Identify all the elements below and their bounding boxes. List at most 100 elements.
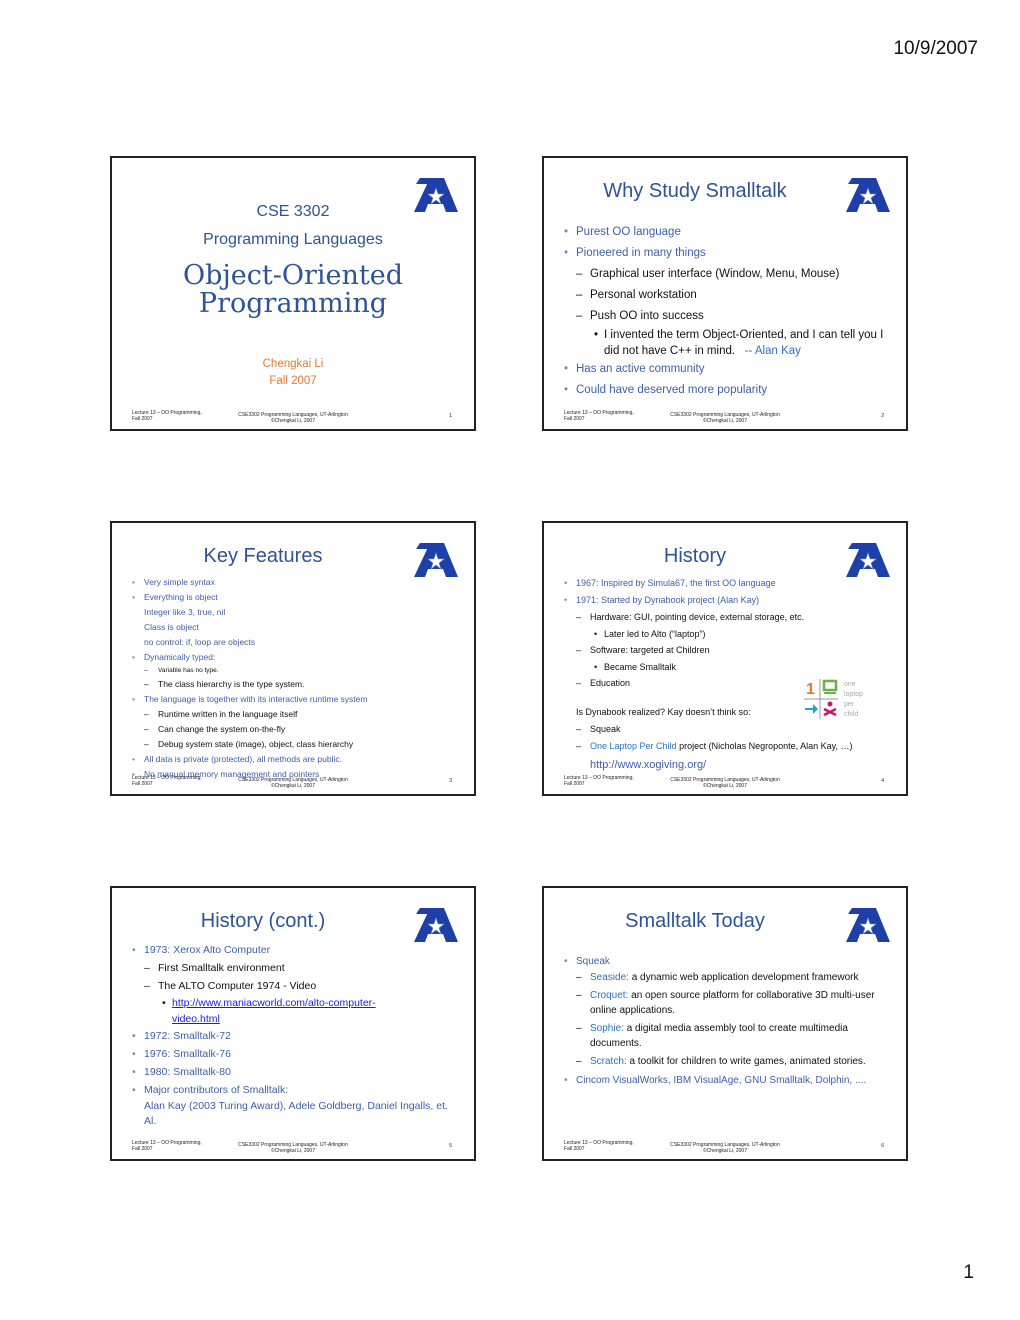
slide-number: 1 — [449, 413, 452, 419]
bullet: The language is together with its intera… — [130, 692, 458, 707]
ut-arlington-logo-icon — [846, 543, 890, 577]
sub-bullet: Sophie: a digital media assembly tool to… — [562, 1021, 890, 1051]
term-croquet: Croquet: — [590, 990, 629, 1001]
sub-bullet: Scratch: a toolkit for children to write… — [562, 1054, 890, 1069]
desc: a dynamic web application development fr… — [628, 972, 859, 983]
bullet: 1972: Smalltalk-72 — [130, 1027, 458, 1045]
footer-mid-line: ©Chengkai Li, 2007 — [703, 418, 747, 424]
course-number: CSE 3302 — [256, 203, 330, 220]
bullet: Could have deserved more popularity — [562, 380, 890, 401]
slide-body: 1967: Inspired by Simula67, the first OO… — [562, 575, 890, 775]
slide-5: History (cont.) 1973: Xerox Alto Compute… — [110, 886, 476, 1161]
svg-text:per: per — [844, 701, 855, 708]
text-line: no control: if, loop are objects — [144, 637, 256, 647]
bullet: 1967: Inspired by Simula67, the first OO… — [562, 575, 890, 592]
olpc-text: project (Nicholas Negroponte, Alan Kay, … — [676, 741, 853, 751]
ut-arlington-logo-icon — [846, 178, 890, 212]
bullet: Squeak — [562, 954, 890, 970]
slide-title: History (cont.) — [200, 910, 326, 932]
slide-number: 4 — [881, 778, 884, 784]
slide-number: 5 — [449, 1143, 452, 1149]
desc: a toolkit for children to write games, a… — [626, 1056, 866, 1067]
slide-body: Purest OO language Pioneered in many thi… — [562, 222, 890, 401]
footer-mid: CSE3302 Programming Languages, UT-Arling… — [132, 777, 454, 789]
course-name: Programming Languages — [203, 231, 383, 248]
bullet: Major contributors of Smalltalk: — [130, 1081, 458, 1099]
sub-bullet: Hardware: GUI, pointing device, external… — [562, 609, 890, 626]
slide-body: 1973: Xerox Alto Computer First Smalltal… — [130, 941, 458, 1129]
bullet: 1976: Smalltalk-76 — [130, 1045, 458, 1063]
video-link[interactable]: http://www.maniacworld.com/alto-computer… — [172, 997, 376, 1009]
ut-arlington-logo-icon — [414, 543, 458, 577]
title-line-2: Programming — [198, 288, 388, 319]
slide-6: Smalltalk Today Squeak Seaside: a dynami… — [542, 886, 908, 1161]
slide-footer: Lecture 13 – OO Programming, Fall 2007 CS… — [132, 1140, 454, 1156]
bullet: Pioneered in many things — [562, 243, 890, 264]
bullet: Dynamically typed: — [130, 650, 458, 665]
sub-bullet: Squeak — [562, 721, 890, 738]
author-block: Chengkai Li Fall 2007 — [112, 356, 474, 390]
author-name: Chengkai Li — [262, 358, 324, 370]
slide-title: Smalltalk Today — [625, 910, 765, 932]
bullet: Very simple syntax — [130, 575, 458, 590]
desc: an open source platform for collaborativ… — [590, 990, 875, 1016]
slide-number: 2 — [881, 413, 884, 419]
term-scratch: Scratch: — [590, 1056, 627, 1067]
footer-mid-line: ©Chengkai Li, 2007 — [703, 1148, 747, 1154]
page-date: 10/9/2007 — [893, 38, 978, 59]
slide-body: Very simple syntax Everything is object … — [130, 575, 458, 782]
slide-title: Object-Oriented Programming — [112, 262, 474, 318]
sub-bullet: Push OO into success — [562, 306, 890, 327]
ut-arlington-logo-icon — [846, 908, 890, 942]
bullet: Has an active community — [562, 359, 890, 380]
svg-text:one: one — [844, 681, 856, 688]
term-sophie: Sophie: — [590, 1023, 624, 1034]
bullet: 1971: Started by Dynabook project (Alan … — [562, 592, 890, 609]
page-number: 1 — [963, 1262, 974, 1283]
sub-bullet: One Laptop Per Child project (Nicholas N… — [562, 738, 890, 755]
footer-mid-line: ©Chengkai Li, 2007 — [271, 783, 315, 789]
ut-arlington-logo-icon — [414, 908, 458, 942]
quote: I invented the term Object-Oriented, and… — [562, 327, 890, 359]
term: Fall 2007 — [269, 375, 317, 387]
xogiving-url[interactable]: http://www.xogiving.org/ — [562, 755, 890, 775]
bullet: 1973: Xerox Alto Computer — [130, 941, 458, 959]
bullet: Cincom VisualWorks, IBM VisualAge, GNU S… — [562, 1073, 890, 1088]
slide-footer: Lecture 13 – OO Programming, Fall 2007 CS… — [132, 775, 454, 791]
bullet: Purest OO language — [562, 222, 890, 243]
sub-sub-bullet: Later led to Alto (“laptop”) — [562, 626, 890, 642]
sub-bullet: First Smalltalk environment — [130, 959, 458, 977]
slide-1: CSE 3302 Programming Languages Object-Or… — [110, 156, 476, 431]
video-link-cont[interactable]: video.html — [172, 1013, 220, 1025]
sub-bullet: Debug system state (image), object, clas… — [130, 737, 458, 752]
olpc-link[interactable]: One Laptop Per Child — [590, 741, 677, 751]
sub-bullet: Software: targeted at Children — [562, 642, 890, 659]
slide-title: History — [663, 545, 727, 567]
footer-mid: CSE3302 Programming Languages, UT-Arling… — [564, 777, 886, 789]
sub-bullet: Seaside: a dynamic web application devel… — [562, 970, 890, 985]
footer-mid: CSE3302 Programming Languages, UT-Arling… — [132, 412, 454, 424]
slide-footer: Lecture 13 – OO Programming, Fall 2007 CS… — [564, 1140, 886, 1156]
desc: a digital media assembly tool to create … — [590, 1023, 848, 1049]
slide-number: 3 — [449, 778, 452, 784]
text-line: Integer like 3, true, nil — [144, 607, 226, 617]
sub-bullet: Runtime written in the language itself — [130, 707, 458, 722]
slide-title: Why Study Smalltalk — [603, 180, 787, 202]
sub-bullet: Croquet: an open source platform for col… — [562, 988, 890, 1018]
footer-mid: CSE3302 Programming Languages, UT-Arling… — [564, 1142, 886, 1154]
sub-bullet: Can change the system on-the-fly — [130, 722, 458, 737]
slide-body: Squeak Seaside: a dynamic web applicatio… — [562, 954, 890, 1088]
bullet: All data is private (protected), all met… — [130, 752, 458, 767]
video-link-item: http://www.maniacworld.com/alto-computer… — [130, 995, 458, 1027]
sub-bullet: The ALTO Computer 1974 - Video — [130, 977, 458, 995]
footer-mid-line: ©Chengkai Li, 2007 — [703, 783, 747, 789]
sub-bullet: The class hierarchy is the type system. — [130, 677, 458, 692]
sub-bullet: Variable has no type. — [130, 665, 458, 677]
footer-mid-line: ©Chengkai Li, 2007 — [271, 1148, 315, 1154]
slide-footer: Lecture 13 – OO Programming, Fall 2007 CS… — [564, 775, 886, 791]
bullet: Everything is object — [130, 590, 458, 605]
footer-mid: CSE3302 Programming Languages, UT-Arling… — [132, 1142, 454, 1154]
slide-2: Why Study Smalltalk Purest OO language P… — [542, 156, 908, 431]
course-code: CSE 3302 Programming Languages — [112, 198, 474, 254]
footer-mid: CSE3302 Programming Languages, UT-Arling… — [564, 412, 886, 424]
